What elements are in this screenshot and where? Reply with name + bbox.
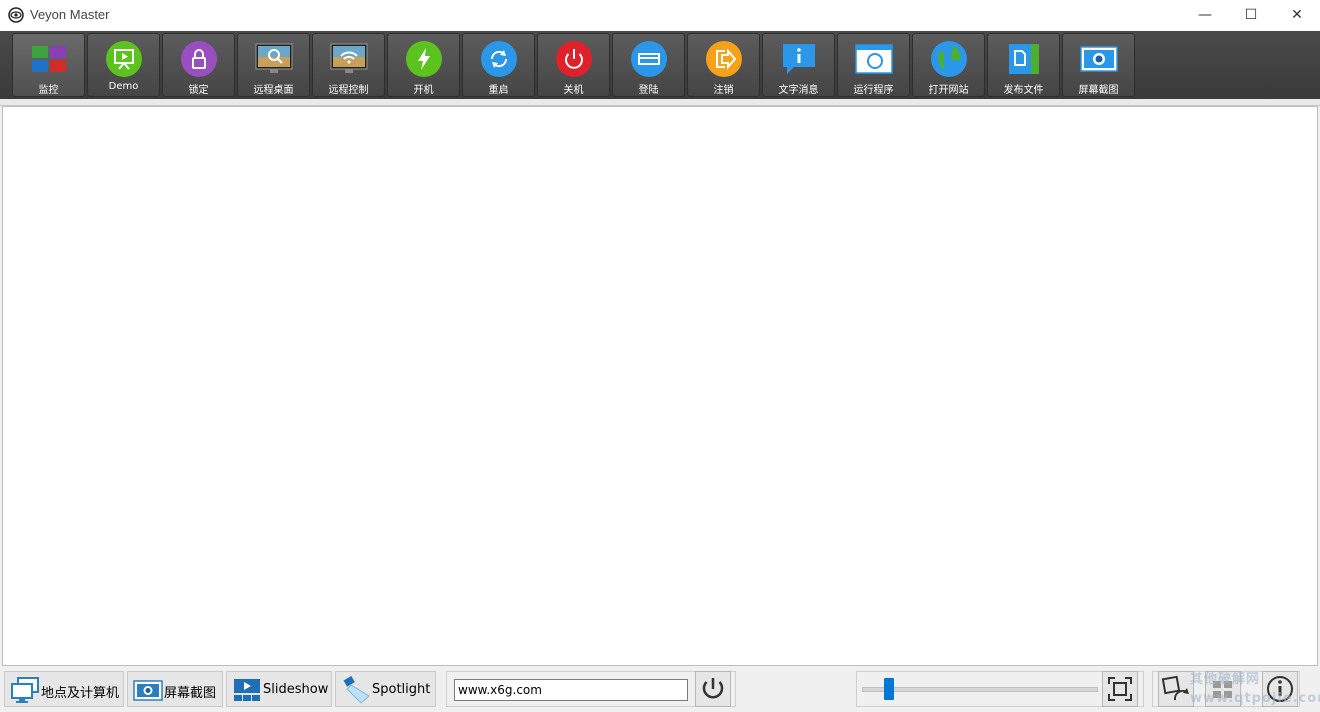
auto-arrange-button[interactable] xyxy=(1158,671,1194,707)
lock-icon xyxy=(180,41,217,77)
toolbar-power-off-label: 关机 xyxy=(563,85,584,96)
toolbar-remote-control-button[interactable]: 远程控制 xyxy=(312,33,385,97)
zoom-slider-handle[interactable] xyxy=(884,678,894,700)
power-off-icon xyxy=(555,41,592,77)
open-website-icon xyxy=(930,41,967,77)
computers-icon xyxy=(11,677,39,703)
transfer-file-icon xyxy=(1008,44,1039,74)
spotlight-label: Spotlight xyxy=(372,682,431,697)
veyon-eye-icon xyxy=(8,7,24,23)
toolbar-monitor-label: 监控 xyxy=(38,85,59,96)
toolbar-power-off-button[interactable]: 关机 xyxy=(537,33,610,97)
toolbar-demo-button[interactable]: Demo xyxy=(87,33,160,97)
presentation-icon xyxy=(105,41,142,77)
toolbar-screenshot-label: 屏幕截图 xyxy=(1078,85,1119,96)
computer-monitoring-area[interactable] xyxy=(2,106,1318,666)
toolbar-monitor-button[interactable]: 监控 xyxy=(12,33,85,97)
power-button-icon xyxy=(702,678,724,699)
watermark-line-1: 其他破解网 xyxy=(1190,672,1261,687)
arrange-icon xyxy=(1161,675,1189,701)
maximize-button[interactable]: ☐ xyxy=(1228,0,1274,31)
toolbar-remote-view-button[interactable]: 远程桌面 xyxy=(237,33,310,97)
run-program-icon xyxy=(854,44,893,74)
fit-view-button[interactable] xyxy=(1102,671,1138,707)
toolbar-run-program-label: 运行程序 xyxy=(853,85,894,96)
toolbar-open-website-label: 打开网站 xyxy=(928,85,969,96)
toolbar-transfer-file-button[interactable]: 发布文件 xyxy=(987,33,1060,97)
toolbar-logout-label: 注销 xyxy=(713,85,734,96)
toolbar-remote-control-label: 远程控制 xyxy=(328,85,369,96)
screenshots-panel-button[interactable]: 屏幕截图 xyxy=(127,671,223,707)
toolbar-run-program-button[interactable]: 运行程序 xyxy=(837,33,910,97)
spotlight-button[interactable]: Spotlight xyxy=(335,671,436,707)
power-control-button[interactable] xyxy=(695,671,731,707)
toolbar-power-on-button[interactable]: 开机 xyxy=(387,33,460,97)
toolbar-demo-label: Demo xyxy=(108,81,139,92)
power-on-icon xyxy=(405,41,442,77)
toolbar-divider xyxy=(0,99,1320,106)
toolbar-lock-button[interactable]: 锁定 xyxy=(162,33,235,97)
toolbar-login-label: 登陆 xyxy=(638,85,659,96)
toolbar-remote-view-label: 远程桌面 xyxy=(253,85,294,96)
website-address-input[interactable] xyxy=(454,679,688,701)
reboot-icon xyxy=(480,41,517,77)
remote-control-icon xyxy=(330,43,367,73)
toolbar-login-button[interactable]: 登陆 xyxy=(612,33,685,97)
toolbar-open-website-button[interactable]: 打开网站 xyxy=(912,33,985,97)
toolbar-screenshot-button[interactable]: 屏幕截图 xyxy=(1062,33,1135,97)
close-button[interactable]: ✕ xyxy=(1274,0,1320,31)
login-icon xyxy=(630,41,667,77)
toolbar-message-label: 文字消息 xyxy=(778,85,819,96)
toolbar-power-on-label: 开机 xyxy=(413,85,434,96)
message-icon xyxy=(782,44,815,74)
locations-computers-label: 地点及计算机 xyxy=(41,686,120,701)
locations-computers-button[interactable]: 地点及计算机 xyxy=(4,671,124,707)
screenshot-icon xyxy=(1079,46,1118,72)
window-title: Veyon Master xyxy=(30,7,110,22)
fit-screen-icon xyxy=(1108,677,1132,701)
watermark-line-2: www.qtpojie.com xyxy=(1190,691,1320,706)
zoom-slider-track[interactable] xyxy=(862,687,1098,692)
toolbar-reboot-button[interactable]: 重启 xyxy=(462,33,535,97)
remote-view-icon xyxy=(255,43,292,73)
camera-icon xyxy=(133,680,163,701)
main-toolbar: 监控 Demo 锁定 远程桌面 远程控制 开机 重启 关机 登陆 注销 文字消息… xyxy=(0,31,1320,99)
toolbar-message-button[interactable]: 文字消息 xyxy=(762,33,835,97)
title-bar: Veyon Master — ☐ ✕ xyxy=(0,0,1320,32)
screenshots-panel-label: 屏幕截图 xyxy=(164,686,217,701)
minimize-button[interactable]: — xyxy=(1182,0,1228,31)
watermark-text: 其他破解网 www.qtpojie.com xyxy=(1190,670,1320,708)
spotlight-icon xyxy=(343,676,370,704)
toolbar-transfer-file-label: 发布文件 xyxy=(1003,85,1044,96)
slideshow-icon xyxy=(234,679,260,701)
logout-icon xyxy=(705,41,742,77)
slideshow-button[interactable]: Slideshow xyxy=(226,671,332,707)
toolbar-lock-label: 锁定 xyxy=(188,85,209,96)
toolbar-reboot-label: 重启 xyxy=(488,85,509,96)
slideshow-label: Slideshow xyxy=(263,682,329,697)
monitor-grid-icon xyxy=(31,46,66,72)
toolbar-logout-button[interactable]: 注销 xyxy=(687,33,760,97)
